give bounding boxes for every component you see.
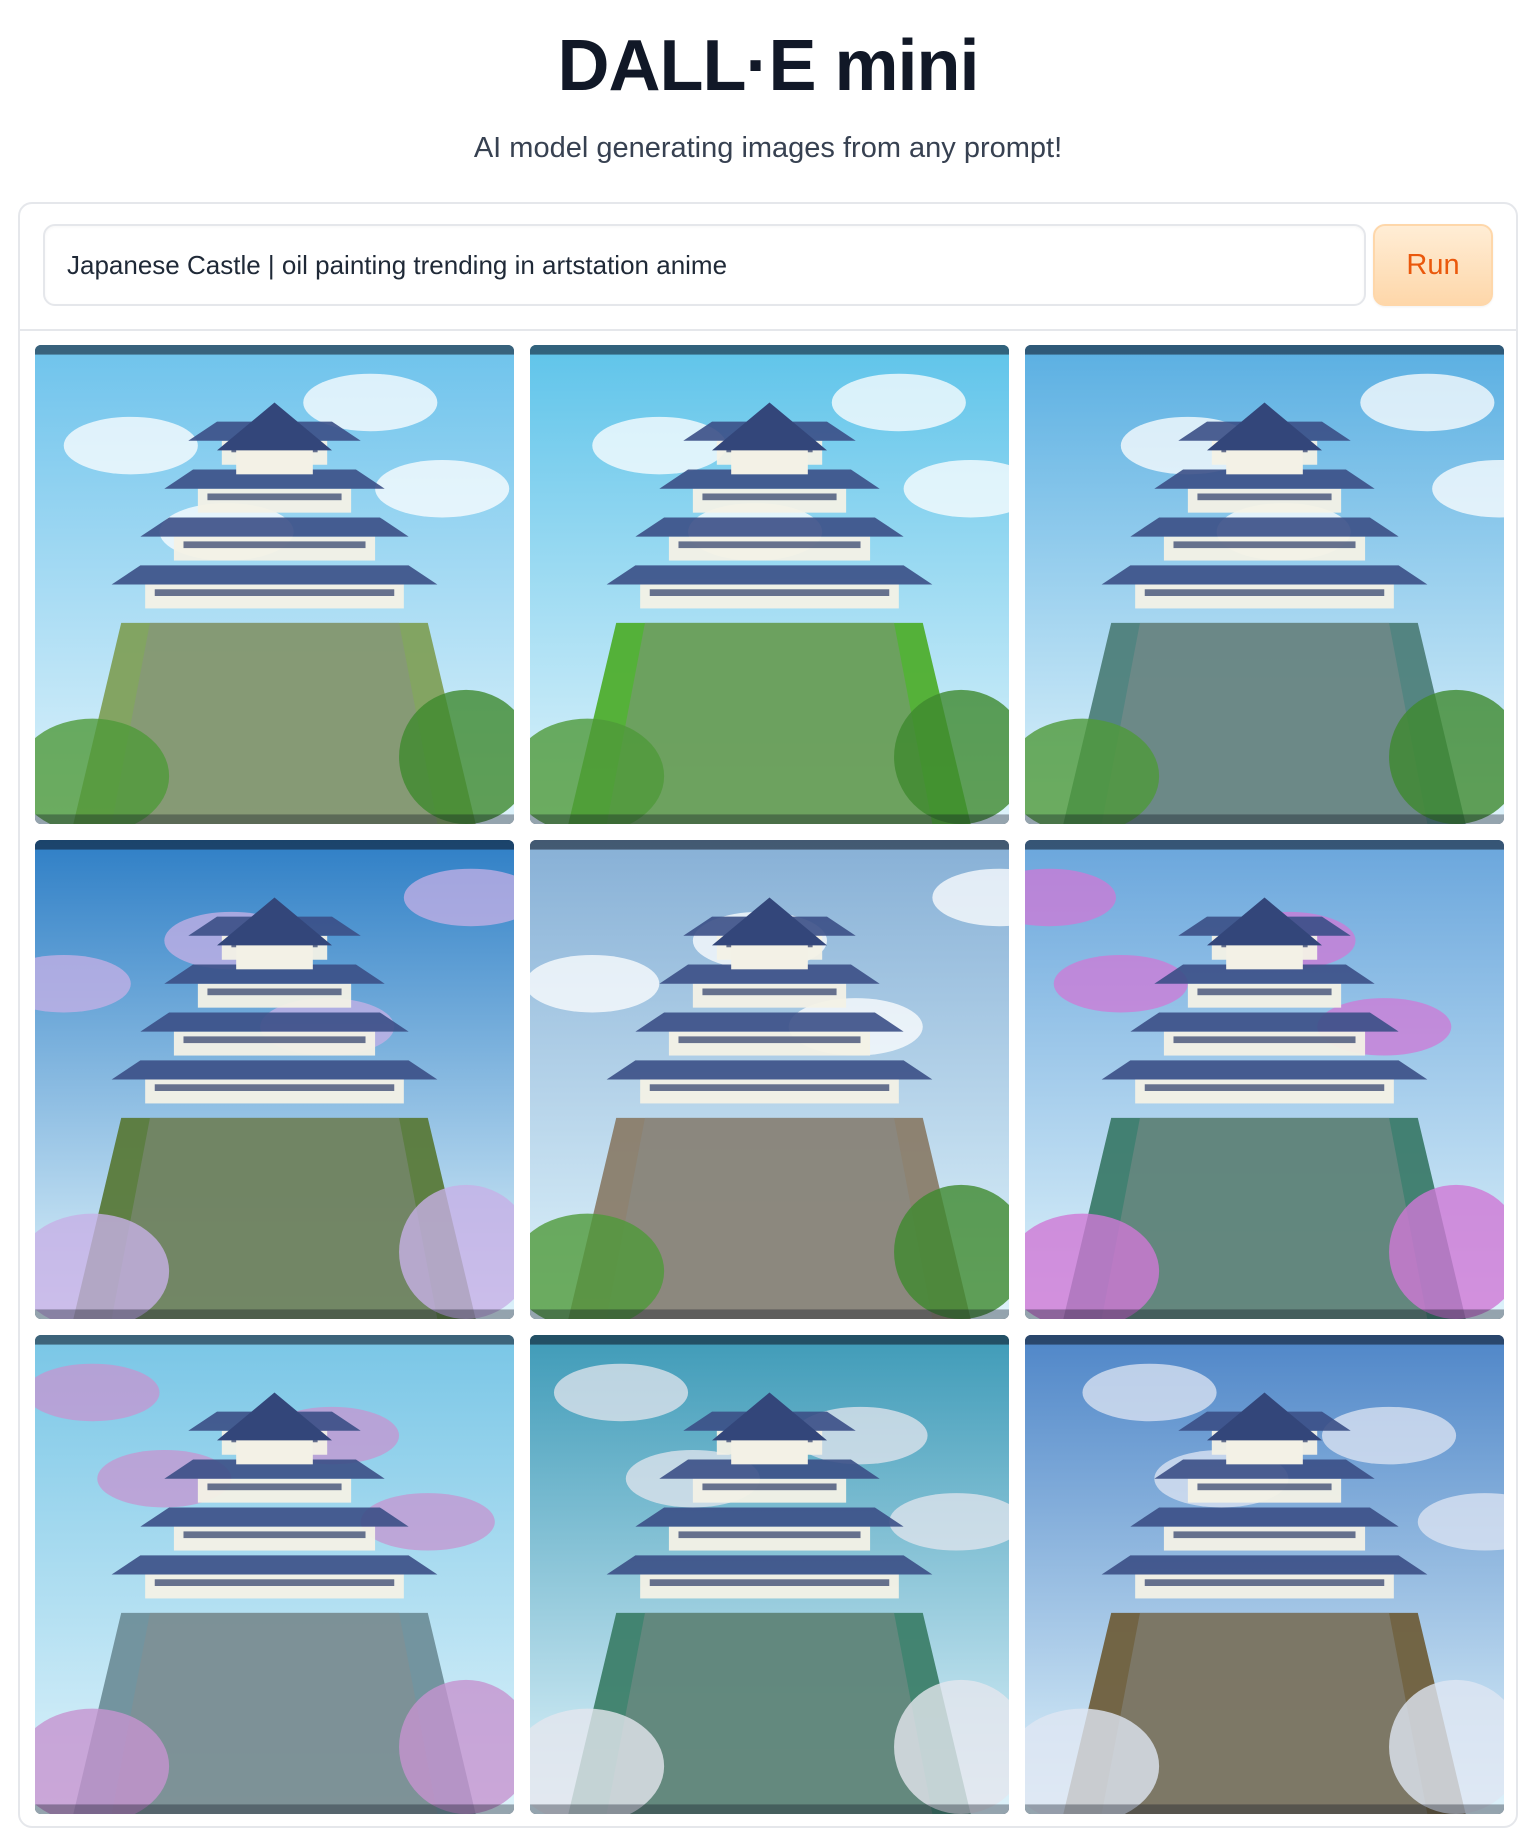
castle-painting	[1025, 1335, 1504, 1814]
castle-painting	[35, 840, 514, 1319]
run-button[interactable]: Run	[1373, 224, 1493, 306]
generated-image-6[interactable]	[1025, 840, 1504, 1319]
castle-painting	[530, 840, 1009, 1319]
generated-image-3[interactable]	[1025, 345, 1504, 824]
generated-image-1[interactable]	[35, 345, 514, 824]
castle-painting	[1025, 840, 1504, 1319]
generator-panel: Run	[18, 202, 1518, 1828]
generated-image-8[interactable]	[530, 1335, 1009, 1814]
generated-image-4[interactable]	[35, 840, 514, 1319]
dalle-mini-page: DALL·E mini AI model generating images f…	[0, 0, 1536, 1846]
castle-painting	[530, 1335, 1009, 1814]
generated-image-5[interactable]	[530, 840, 1009, 1319]
prompt-toolbar: Run	[20, 204, 1516, 331]
prompt-input[interactable]	[43, 224, 1366, 306]
generated-image-9[interactable]	[1025, 1335, 1504, 1814]
generated-image-7[interactable]	[35, 1335, 514, 1814]
page-title: DALL·E mini	[557, 26, 980, 106]
castle-painting	[35, 1335, 514, 1814]
castle-painting	[1025, 345, 1504, 824]
page-subtitle: AI model generating images from any prom…	[473, 132, 1063, 164]
castle-painting	[35, 345, 514, 824]
generated-image-2[interactable]	[530, 345, 1009, 824]
image-gallery	[35, 345, 1505, 1815]
castle-painting	[530, 345, 1009, 824]
